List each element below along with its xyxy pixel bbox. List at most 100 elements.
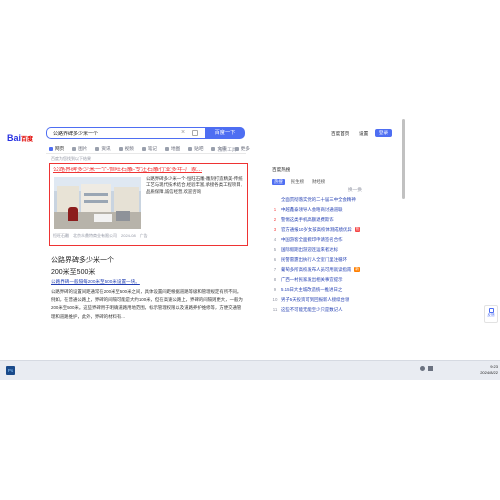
hot-text: 官方通报10岁女孩高校体测成绩优异 [281,226,352,232]
ad-source[interactable]: 恒旺石雕 [53,233,69,239]
ad-company: 北京众鼎特商业有限公司 [73,233,117,238]
video-icon [118,147,123,151]
hot-text: 男子5天投资可到回报新人接续台领 [281,296,350,302]
building-center [81,184,111,212]
hot-tabs: 热搜 民生榜 财经榜 [272,179,327,185]
map-icon [165,147,170,151]
hot-item[interactable]: 2 警惕这类手机高额退费欺诈 [272,215,412,224]
search-input[interactable]: 公路界碑多少米一个 × [46,127,205,139]
hot-tab-hot[interactable]: 热搜 [272,179,285,185]
hot-search-header[interactable]: 百度热搜 [272,167,290,173]
hot-item[interactable]: 全面贯彻落实党的二十届三中全会精神 [272,195,412,204]
hot-item[interactable]: 6 民警雷霆出执行人全室门里注循环 [272,255,412,264]
hot-item[interactable]: 8 广西一村民家发出相关事宜提示 [272,275,412,284]
rank: 8 [273,277,277,282]
rank: 1 [273,207,277,212]
tab-label: 笔记 [147,146,158,151]
tab-tieba[interactable]: 贴吧 [188,146,203,152]
hot-text: 葡萄多所高校发布人员可用就读指南 [281,266,352,272]
red-monument [68,207,78,221]
result-count: 百度为您找到以下结果 [51,156,91,161]
hot-item[interactable]: 9 5.15日大主城改造统一推进日之 [272,285,412,294]
ad-result-card[interactable]: 公路界碑多少米一个-恒旺石雕-专注石雕行业多年-厂家... 公路界碑多少米一个-… [49,163,248,246]
hot-item[interactable]: 10 男子5天投资可到回报新人接续台领 [272,295,412,304]
hot-tag: 热 [354,227,361,232]
feedback-label: 反馈 [487,313,495,317]
tab-web[interactable]: 网页 [49,146,64,152]
white-stone [94,214,112,222]
clock-date: 2024/8/22 [480,369,498,375]
building-right [114,187,139,212]
rank: 2 [273,217,277,222]
tab-label: 地图 [171,146,181,151]
login-button[interactable]: 登录 [375,129,392,137]
tieba-icon [188,147,193,151]
hot-list: 全面贯彻落实党的二十届三中全会精神 1 中越鑫泰领导人会晤商讨通道联 2 警惕这类手… [272,195,412,323]
network-icon[interactable] [420,366,425,371]
hot-item[interactable]: 3 官方通报10岁女孩高校体测成绩优异热 [272,225,412,234]
logo-text-cn: 百度 [21,137,34,143]
hot-item[interactable]: 5 国际假期出游迎连运来者达标 [272,245,412,254]
tab-notes[interactable]: 笔记 [141,146,158,152]
taskbar: Ps 9:23 2024/8/22 [0,360,500,380]
hot-tab-finance[interactable]: 财经榜 [310,179,327,185]
refresh-link[interactable]: 换一换 [348,187,362,193]
ad-thumbnail[interactable] [54,177,141,229]
hot-item[interactable]: 4 中国游客全面掀印申请签名合作 [272,235,412,244]
tab-images[interactable]: 图片 [72,146,87,152]
ad-result-title[interactable]: 公路界碑多少米一个-恒旺石雕-专注石雕行业多年-厂家... [53,167,245,175]
logo-text: Bai [7,133,22,143]
tab-label: 资讯 [101,146,111,151]
tray-icons [420,366,450,374]
feedback-float[interactable]: 反馈 [484,305,498,323]
tab-video[interactable]: 视频 [118,146,134,152]
rank: 11 [272,307,278,312]
tab-label: 更多 [240,146,250,151]
browser-window: Bai百度 公路界碑多少米一个 × 百度一下 百度首页 设置 登录 网页 图片 … [0,95,500,360]
windows-row [84,193,108,196]
rank: 5 [273,247,277,252]
hot-tab-livelihood[interactable]: 民生榜 [289,179,306,185]
news-icon [95,147,100,151]
camera-icon[interactable] [192,130,198,136]
rank: 3 [273,227,277,232]
hot-text: 5.15日大主城改造统一推进日之 [281,286,343,292]
hot-item[interactable]: 11 这些不可能无能至少只是数记人 [272,305,412,314]
ad-label: 广告 [139,233,148,238]
clear-icon[interactable]: × [181,129,185,136]
baidu-logo[interactable]: Bai百度 [7,128,33,146]
hot-item[interactable]: 7 葡萄多所高校发布人员可用就读指南新 [272,265,412,274]
header-link-home[interactable]: 百度首页 [331,131,349,137]
tab-more[interactable]: 更多 [234,146,250,152]
rank: 10 [272,297,278,302]
notes-icon [141,147,146,151]
result2-link[interactable]: 公路界碑一般隔每200米至500米设置一块。 [51,279,241,285]
hot-text: 这些不可能无能至少只是数记人 [281,306,343,312]
tab-map[interactable]: 地图 [165,146,180,152]
search-tools[interactable]: 搜索工具 [218,147,236,153]
hot-text: 全面贯彻落实党的二十届三中全会精神 [281,196,356,202]
result2-title[interactable]: 公路界碑多少米一个 [51,255,114,265]
volume-icon[interactable] [428,366,433,371]
header-link-settings[interactable]: 设置 [359,131,368,137]
tab-news[interactable]: 资讯 [95,146,111,152]
windows-row [84,200,108,203]
hot-text: 警惕这类手机高额退费欺诈 [281,216,334,222]
tab-label: 图片 [78,146,88,151]
result2-subtitle: 200米至500米 [51,269,96,276]
hot-text: 中越鑫泰领导人会晤商讨通道联 [281,206,343,212]
clock[interactable]: 9:23 2024/8/22 [466,364,498,375]
result2-body: 公路界碑的设置间距通常在200米至500米之间，具体设置间距根据道路等级和管理规… [51,289,243,319]
photoshop-icon[interactable]: Ps [6,366,15,375]
rank: 6 [273,257,277,262]
grey-stone [116,211,130,221]
hot-text: 中国游客全面掀印申请签名合作 [281,236,343,242]
scrollbar-thumb[interactable] [402,119,405,199]
search-button[interactable]: 百度一下 [205,127,245,139]
image-icon [72,147,77,151]
rank: 9 [273,287,277,292]
hot-item[interactable]: 1 中越鑫泰领导人会晤商讨通道联 [272,205,412,214]
hot-tag: 新 [354,267,360,272]
rank: 4 [273,237,277,242]
web-icon [49,147,53,151]
